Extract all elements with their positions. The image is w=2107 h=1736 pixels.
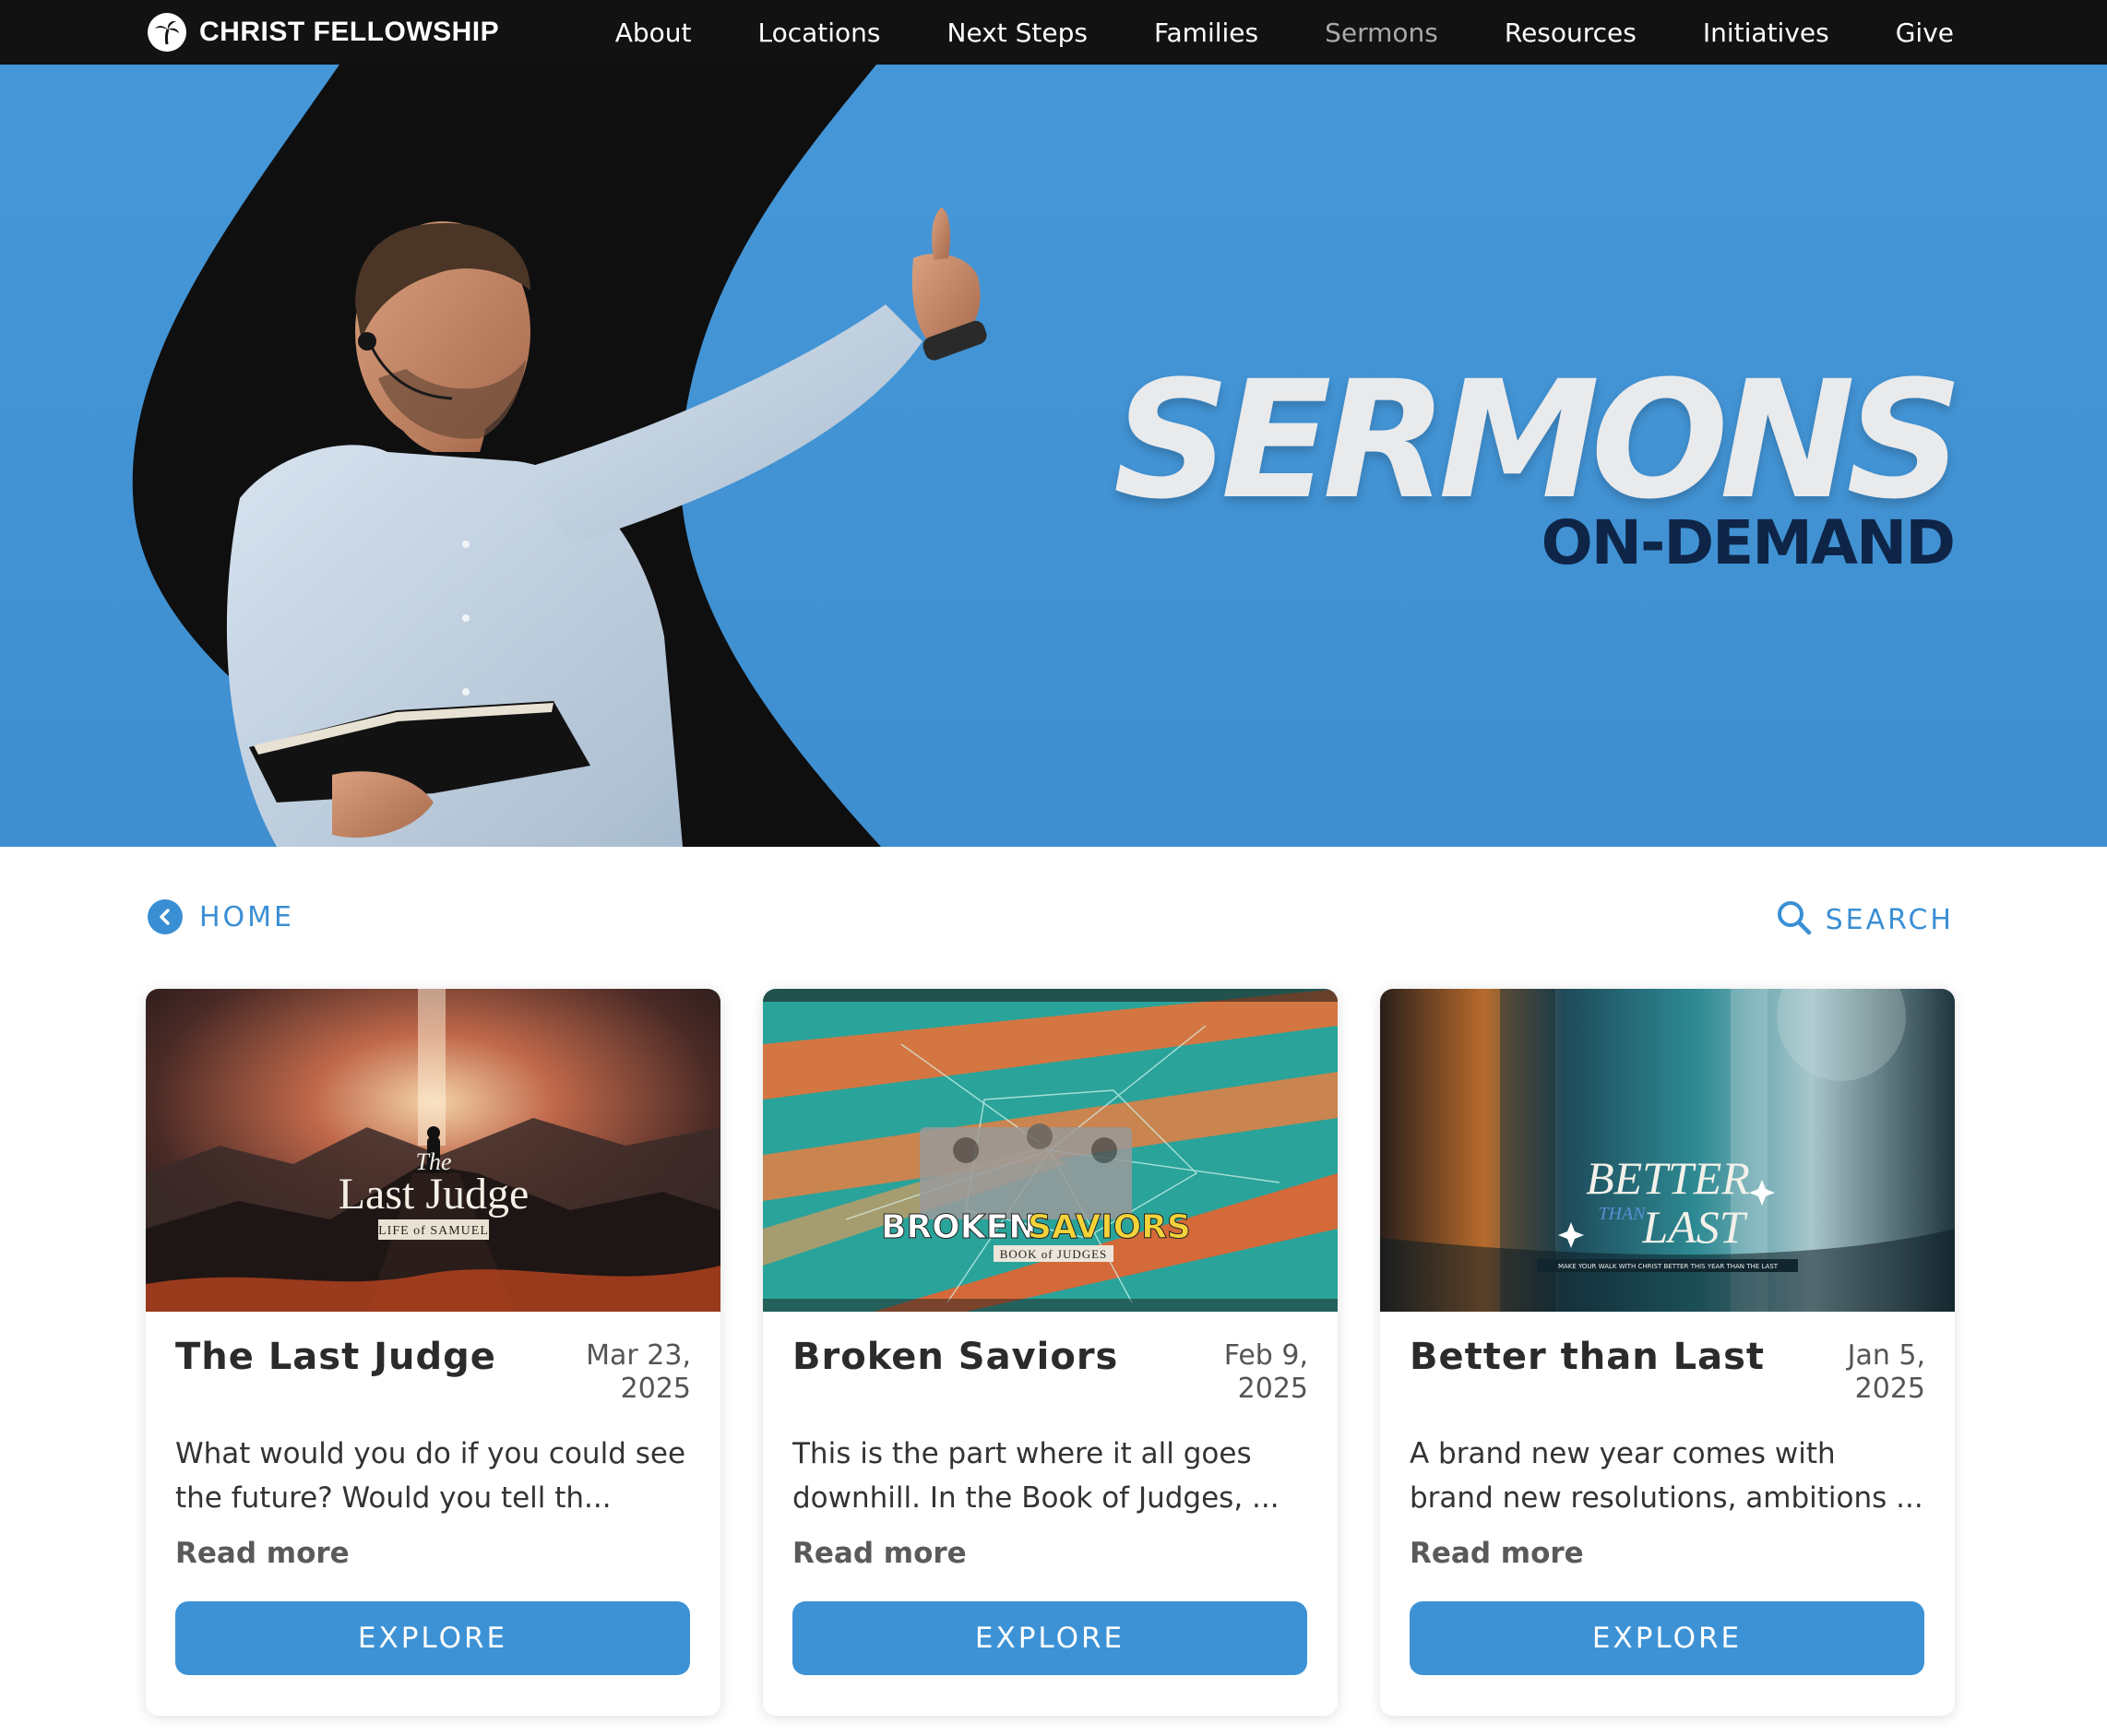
series-thumbnail-last-judge[interactable]: The Last Judge LIFE of SAMUEL: [146, 989, 720, 1312]
series-title: The Last Judge: [175, 1336, 496, 1378]
thumb-title: Last Judge: [339, 1170, 530, 1219]
nav-item-about[interactable]: About: [582, 18, 725, 48]
explore-button[interactable]: EXPLORE: [1410, 1601, 1924, 1675]
sermon-card: BROKEN SAVIORS BOOK of JUDGES Broken Sav…: [763, 989, 1338, 1716]
series-description: A brand new year comes with brand new re…: [1410, 1437, 1923, 1515]
thumb-title-better: BETTER: [1586, 1152, 1750, 1204]
nav-item-sermons[interactable]: Sermons: [1292, 18, 1471, 48]
sparkle-icon: [1749, 1180, 1775, 1206]
thumb-title-last: LAST: [1641, 1201, 1747, 1253]
home-link[interactable]: HOME: [148, 899, 294, 934]
nav-item-next-steps[interactable]: Next Steps: [914, 18, 1121, 48]
search-label: SEARCH: [1825, 904, 1954, 936]
series-date: Jan 5, 2025: [1847, 1339, 1925, 1405]
top-navigation: CHRIST FELLOWSHIP About Locations Next S…: [0, 0, 2107, 65]
thumb-subtitle: MAKE YOUR WALK WITH CHRIST BETTER THIS Y…: [1558, 1263, 1779, 1270]
hero-banner: SERMONS ON-DEMAND: [0, 65, 2107, 847]
series-title: Better than Last: [1410, 1336, 1766, 1378]
thumb-title-saviors: SAVIORS: [1028, 1208, 1191, 1246]
series-title: Broken Saviors: [792, 1336, 1119, 1378]
sparkle-icon: [1558, 1222, 1584, 1248]
home-label: HOME: [199, 900, 295, 933]
series-date: Feb 9, 2025: [1223, 1339, 1308, 1405]
read-more-link[interactable]: Read more: [175, 1537, 350, 1570]
search-link[interactable]: SEARCH: [1776, 899, 1954, 941]
sermon-card: The Last Judge LIFE of SAMUEL The Last J…: [146, 989, 720, 1716]
read-more-link[interactable]: Read more: [1410, 1537, 1584, 1570]
thumb-title-than: THAN: [1598, 1204, 1647, 1224]
chevron-left-icon: [148, 899, 183, 934]
series-description: What would you do if you could see the f…: [175, 1437, 686, 1515]
sermon-card: BETTER THAN LAST MAKE YOUR WALK WITH CHR…: [1380, 989, 1955, 1716]
explore-button[interactable]: EXPLORE: [175, 1601, 690, 1675]
hero-title: SERMONS: [1113, 346, 1963, 535]
read-more-link[interactable]: Read more: [792, 1537, 967, 1570]
series-date: Mar 23, 2025: [586, 1339, 691, 1405]
series-thumbnail-better-than-last[interactable]: BETTER THAN LAST MAKE YOUR WALK WITH CHR…: [1380, 989, 1955, 1312]
hero-subtitle: ON-DEMAND: [1541, 507, 1956, 578]
series-thumbnail-broken-saviors[interactable]: BROKEN SAVIORS BOOK of JUDGES: [763, 989, 1338, 1312]
nav-item-resources[interactable]: Resources: [1471, 18, 1670, 48]
nav-item-families[interactable]: Families: [1121, 18, 1292, 48]
thumb-subtitle: LIFE of SAMUEL: [378, 1224, 489, 1238]
brand-logo-link[interactable]: CHRIST FELLOWSHIP: [148, 0, 499, 65]
thumb-subtitle: BOOK of JUDGES: [1000, 1247, 1108, 1261]
explore-button[interactable]: EXPLORE: [792, 1601, 1307, 1675]
nav-item-locations[interactable]: Locations: [725, 18, 914, 48]
nav-item-initiatives[interactable]: Initiatives: [1670, 18, 1863, 48]
brand-name: CHRIST FELLOWSHIP: [199, 17, 500, 47]
nav-menu: About Locations Next Steps Families Serm…: [582, 0, 1954, 65]
search-icon: [1776, 899, 1813, 941]
nav-item-give[interactable]: Give: [1863, 18, 1954, 48]
thumb-title-broken: BROKEN: [881, 1208, 1036, 1246]
utility-row: HOME SEARCH: [148, 899, 1954, 940]
series-description: This is the part where it all goes downh…: [792, 1437, 1280, 1515]
sermon-series-list: The Last Judge LIFE of SAMUEL The Last J…: [146, 989, 1956, 1716]
palm-tree-icon: [148, 13, 186, 52]
